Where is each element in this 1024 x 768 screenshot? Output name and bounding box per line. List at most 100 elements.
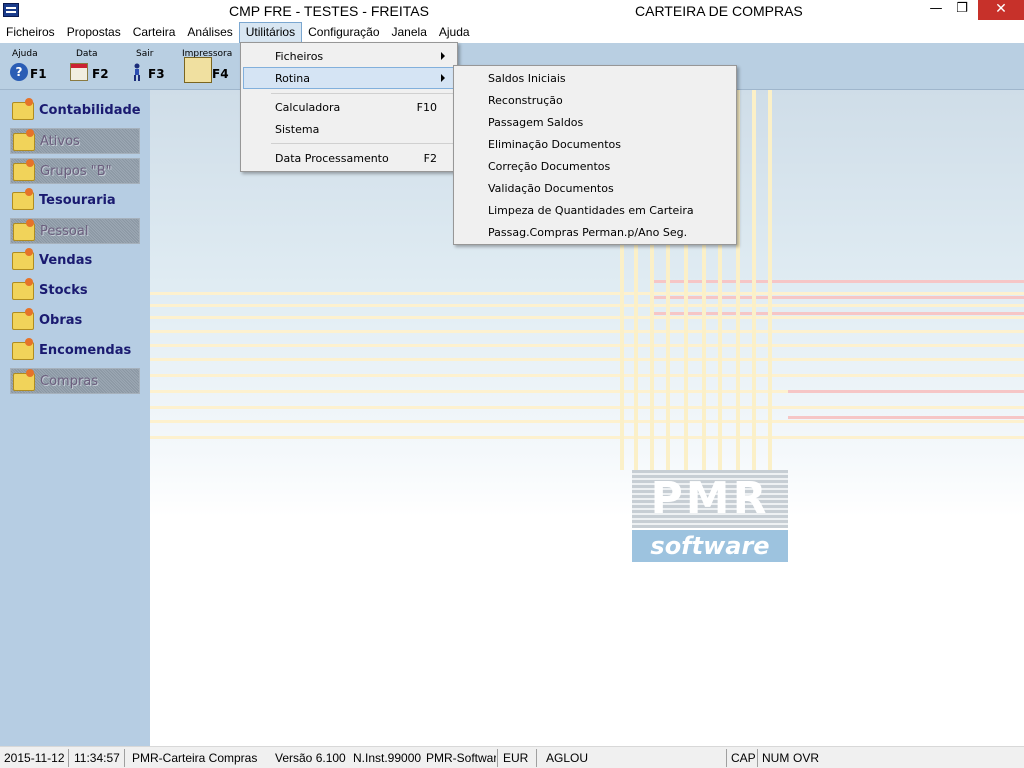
folder-icon (13, 129, 35, 151)
background-stripe (150, 330, 1024, 333)
logo-pmr: PMR (632, 470, 788, 528)
utilitarios-dropdown: Ficheiros Rotina Calculadora F10 Sistema… (240, 42, 458, 172)
menu-propostas[interactable]: Propostas (61, 22, 127, 43)
help-tool-label: Ajuda (12, 49, 38, 59)
background-stripe (150, 420, 1024, 423)
menu-item-eliminacao-documentos[interactable]: Eliminação Documentos (456, 133, 734, 155)
background-stripe (650, 296, 1024, 299)
background-stripe (150, 344, 1024, 347)
help-icon: ? (10, 63, 28, 81)
menu-item-ficheiros[interactable]: Ficheiros (243, 45, 455, 67)
folder-icon (12, 188, 34, 210)
background-stripe (788, 416, 1024, 419)
sidebar-item-grupos-b: Grupos "B" (10, 158, 140, 184)
menu-separator (271, 143, 455, 144)
menu-item-passagem-saldos[interactable]: Passagem Saldos (456, 111, 734, 133)
status-separator (497, 749, 498, 767)
close-button[interactable]: ✕ (978, 0, 1024, 20)
restore-button[interactable]: ❐ (948, 0, 976, 20)
menu-item-passag-compras[interactable]: Passag.Compras Perman.p/Ano Seg. (456, 221, 734, 243)
status-module: PMR-Carteira Compras (132, 751, 258, 765)
exit-tool-label: Sair (136, 49, 154, 59)
date-tool-key: F2 (92, 67, 109, 81)
menu-item-reconstrucao[interactable]: Reconstrução (456, 89, 734, 111)
status-separator (124, 749, 125, 767)
menu-item-rotina[interactable]: Rotina (243, 67, 455, 89)
background-stripe (788, 390, 1024, 393)
background-stripe (650, 312, 1024, 315)
menu-ajuda[interactable]: Ajuda (433, 22, 476, 43)
menu-separator (271, 93, 455, 94)
calendar-icon (70, 63, 88, 81)
status-ovr: OVR (793, 751, 820, 765)
folder-icon (12, 248, 34, 270)
menu-item-data-processamento[interactable]: Data Processamento F2 (243, 147, 455, 169)
background-stripe (150, 358, 1024, 361)
exit-tool-key: F3 (148, 67, 165, 81)
submenu-arrow-icon (441, 52, 445, 60)
submenu-arrow-icon (441, 74, 445, 82)
menu-item-sistema[interactable]: Sistema (243, 118, 455, 140)
menu-item-limpeza-quantidades[interactable]: Limpeza de Quantidades em Carteira (456, 199, 734, 221)
menu-configuracao[interactable]: Configuração (302, 22, 385, 43)
app-icon[interactable] (3, 3, 19, 17)
print-tool-key: F4 (212, 67, 229, 81)
status-separator (68, 749, 69, 767)
minimize-button[interactable]: — (922, 0, 950, 20)
status-num: NUM (762, 751, 790, 765)
background-stripe (650, 280, 1024, 283)
background-stripe (752, 90, 756, 470)
menu-item-saldos-iniciais[interactable]: Saldos Iniciais (456, 67, 734, 89)
date-tool-button[interactable]: Data F2 (66, 47, 110, 87)
shortcut-label: F2 (423, 152, 437, 165)
background-stripe (150, 316, 1024, 319)
sidebar-item-contabilidade[interactable]: Contabilidade (10, 98, 141, 124)
sidebar-item-vendas[interactable]: Vendas (10, 248, 140, 274)
menu-janela[interactable]: Janela (386, 22, 433, 43)
printer-icon (184, 57, 212, 83)
help-tool-button[interactable]: Ajuda ? F1 (6, 47, 47, 87)
sidebar-item-stocks[interactable]: Stocks (10, 278, 140, 304)
menu-utilitarios[interactable]: Utilitários (238, 22, 303, 43)
status-currency: EUR (503, 751, 529, 765)
sidebar-item-compras: Compras (10, 368, 140, 394)
folder-icon (12, 278, 34, 300)
sidebar-item-pessoal: Pessoal (10, 218, 140, 244)
date-tool-label: Data (76, 49, 98, 59)
pmr-software-logo: PMR software (632, 470, 788, 562)
status-cap: CAP (731, 751, 756, 765)
sidebar-item-ativos: Ativos (10, 128, 140, 154)
status-install: N.Inst.99000 (353, 751, 422, 765)
status-separator (536, 749, 537, 767)
status-date: 2015-11-12 (4, 751, 65, 765)
window-subtitle: CARTEIRA DE COMPRAS (635, 3, 803, 19)
status-bar: 2015-11-12 11:34:57 PMR-Carteira Compras… (0, 746, 1024, 768)
background-stripe (150, 292, 1024, 295)
title-bar: CMP FRE - TESTES - FREITAS CARTEIRA DE C… (0, 0, 1024, 22)
menu-carteira[interactable]: Carteira (127, 22, 182, 43)
menu-bar: Ficheiros Propostas Carteira Análises Ut… (0, 22, 1024, 43)
status-version: Versão 6.100 (275, 751, 346, 765)
shortcut-label: F10 (416, 101, 437, 114)
menu-ficheiros[interactable]: Ficheiros (0, 22, 61, 43)
background-stripe (150, 406, 1024, 409)
module-sidebar: Contabilidade Ativos Grupos "B" Tesourar… (0, 90, 150, 746)
folder-icon (13, 219, 35, 241)
print-tool-button[interactable]: Impressora F4 (182, 47, 232, 87)
folder-icon (13, 369, 35, 391)
folder-icon (13, 159, 35, 181)
folder-icon (12, 308, 34, 330)
sidebar-item-tesouraria[interactable]: Tesouraria (10, 188, 140, 214)
exit-tool-button[interactable]: Sair F3 (124, 47, 168, 87)
sidebar-item-obras[interactable]: Obras (10, 308, 140, 334)
menu-item-calculadora[interactable]: Calculadora F10 (243, 96, 455, 118)
rotina-submenu: Saldos Iniciais Reconstrução Passagem Sa… (453, 65, 737, 245)
sidebar-item-encomendas[interactable]: Encomendas (10, 338, 140, 364)
background-stripe (150, 374, 1024, 377)
background-stripe (150, 436, 1024, 439)
menu-item-validacao-documentos[interactable]: Validação Documentos (456, 177, 734, 199)
exit-icon (130, 63, 144, 81)
logo-software: software (632, 530, 788, 562)
menu-item-correcao-documentos[interactable]: Correção Documentos (456, 155, 734, 177)
menu-analises[interactable]: Análises (181, 22, 238, 43)
